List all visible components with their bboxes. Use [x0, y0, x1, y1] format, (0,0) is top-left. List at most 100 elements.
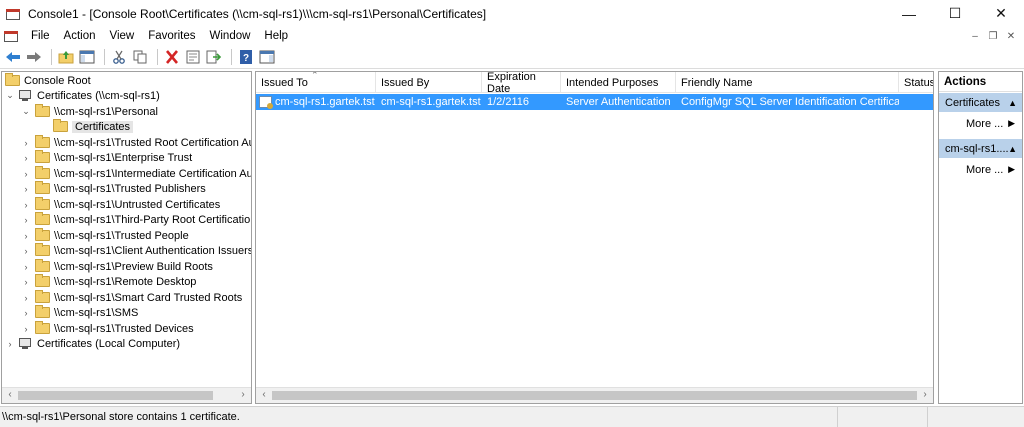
- collapse-triangle-icon[interactable]: ▲: [1008, 98, 1017, 108]
- tree-node-store[interactable]: › \\cm-sql-rs1\Trusted People: [21, 228, 189, 243]
- certificate-list[interactable]: ⌃ Issued To Issued By Expiration Date In…: [255, 71, 934, 404]
- column-friendly-name[interactable]: Friendly Name: [676, 72, 899, 93]
- close-button[interactable]: ✕: [978, 0, 1024, 27]
- back-arrow-icon[interactable]: [4, 48, 22, 66]
- mmc-app-icon[interactable]: [6, 7, 22, 21]
- scrollbar-thumb[interactable]: [272, 391, 917, 400]
- mdi-close-button[interactable]: ✕: [1004, 29, 1018, 43]
- menu-favorites[interactable]: Favorites: [141, 30, 202, 42]
- column-issued-by[interactable]: Issued By: [376, 72, 482, 93]
- column-intended-purposes[interactable]: Intended Purposes: [561, 72, 676, 93]
- menu-window[interactable]: Window: [203, 30, 258, 42]
- tree-node-label: Certificates (\\cm-sql-rs1): [37, 89, 160, 102]
- tree-node-label: \\cm-sql-rs1\Trusted Devices: [54, 322, 194, 335]
- scroll-left-icon[interactable]: ‹: [3, 389, 17, 400]
- cut-icon[interactable]: [110, 48, 128, 66]
- tree-node-store[interactable]: › \\cm-sql-rs1\Enterprise Trust: [21, 150, 192, 165]
- collapsed-chevron-icon[interactable]: ›: [21, 246, 31, 256]
- console-tree[interactable]: Console Root ⌄ Certificates (\\cm-sql-rs…: [1, 71, 252, 404]
- toolbar: ?: [0, 45, 1024, 69]
- tree-node-certificates-remote[interactable]: ⌄ Certificates (\\cm-sql-rs1): [5, 88, 160, 103]
- scroll-left-icon[interactable]: ‹: [257, 389, 271, 400]
- tree-node-store[interactable]: › \\cm-sql-rs1\Client Authentication Iss…: [21, 243, 251, 258]
- console-window-icon[interactable]: [4, 29, 20, 43]
- window-title: Console1 - [Console Root\Certificates (\…: [28, 6, 487, 21]
- forward-arrow-icon[interactable]: [25, 48, 43, 66]
- tree-node-store[interactable]: › \\cm-sql-rs1\Preview Build Roots: [21, 259, 213, 274]
- menu-file[interactable]: File: [24, 30, 57, 42]
- mdi-minimize-button[interactable]: –: [968, 29, 982, 43]
- properties-icon[interactable]: [184, 48, 202, 66]
- collapsed-chevron-icon[interactable]: ›: [21, 215, 31, 225]
- tree-node-store[interactable]: › \\cm-sql-rs1\Smart Card Trusted Roots: [21, 290, 242, 305]
- collapsed-chevron-icon[interactable]: ›: [21, 169, 31, 179]
- copy-icon[interactable]: [131, 48, 149, 66]
- tree-node-label: \\cm-sql-rs1\Personal: [54, 105, 158, 118]
- folder-icon: [53, 119, 68, 132]
- tree-node-personal[interactable]: ⌄ \\cm-sql-rs1\Personal: [21, 104, 158, 119]
- table-row[interactable]: cm-sql-rs1.gartek.tst cm-sql-rs1.gartek.…: [256, 94, 933, 110]
- action-section-certificates[interactable]: Certificates ▲: [939, 93, 1022, 112]
- collapsed-chevron-icon[interactable]: ›: [21, 200, 31, 210]
- tree-node-store[interactable]: › \\cm-sql-rs1\Remote Desktop: [21, 274, 196, 289]
- tree-node-label: \\cm-sql-rs1\Trusted Root Certification …: [54, 136, 252, 149]
- status-segment: [838, 407, 928, 427]
- tree-node-store[interactable]: › \\cm-sql-rs1\Trusted Publishers: [21, 181, 206, 196]
- collapsed-chevron-icon[interactable]: ›: [21, 308, 31, 318]
- tree-node-store[interactable]: › \\cm-sql-rs1\Intermediate Certificatio…: [21, 166, 251, 181]
- scroll-right-icon[interactable]: ›: [236, 389, 250, 400]
- action-section-selected-certificate[interactable]: cm-sql-rs1.... ▲: [939, 139, 1022, 158]
- action-more-certificates[interactable]: More ... ▶: [939, 115, 1022, 132]
- collapsed-chevron-icon[interactable]: ›: [21, 138, 31, 148]
- action-more-selected-certificate[interactable]: More ... ▶: [939, 161, 1022, 178]
- cell-status: [899, 94, 933, 110]
- export-list-icon[interactable]: [205, 48, 223, 66]
- expand-chevron-icon[interactable]: ⌄: [21, 106, 31, 117]
- tree-node-console-root[interactable]: Console Root: [5, 73, 91, 88]
- collapsed-chevron-icon[interactable]: ›: [21, 277, 31, 287]
- tree-node-label: \\cm-sql-rs1\Preview Build Roots: [54, 260, 213, 273]
- scrollbar-thumb[interactable]: [18, 391, 213, 400]
- collapsed-chevron-icon[interactable]: ›: [21, 184, 31, 194]
- mdi-controls: – ❐ ✕: [968, 27, 1018, 45]
- mdi-restore-button[interactable]: ❐: [986, 29, 1000, 43]
- help-icon[interactable]: ?: [237, 48, 255, 66]
- collapsed-chevron-icon[interactable]: ›: [21, 231, 31, 241]
- expand-chevron-icon[interactable]: ⌄: [5, 90, 15, 101]
- cell-intended-purposes: Server Authentication: [566, 96, 671, 108]
- collapsed-chevron-icon[interactable]: ›: [21, 153, 31, 163]
- menu-view[interactable]: View: [103, 30, 142, 42]
- list-horizontal-scrollbar[interactable]: ‹ ›: [256, 387, 933, 403]
- collapsed-chevron-icon[interactable]: ›: [5, 339, 15, 349]
- column-issued-to[interactable]: ⌃ Issued To: [256, 72, 376, 93]
- up-folder-icon[interactable]: [57, 48, 75, 66]
- tree-node-personal-certificates[interactable]: Certificates: [53, 119, 134, 134]
- tree-node-certificates-local[interactable]: › Certificates (Local Computer): [5, 336, 180, 351]
- toolbar-separator: [104, 48, 105, 65]
- menu-help[interactable]: Help: [257, 30, 295, 42]
- collapsed-chevron-icon[interactable]: ›: [21, 293, 31, 303]
- column-status[interactable]: Status: [899, 72, 933, 93]
- column-expiration-date[interactable]: Expiration Date: [482, 72, 561, 95]
- tree-node-label: \\cm-sql-rs1\Untrusted Certificates: [54, 198, 221, 211]
- tree-node-store[interactable]: › \\cm-sql-rs1\Untrusted Certificates: [21, 197, 220, 212]
- folder-icon: [35, 243, 50, 256]
- tree-horizontal-scrollbar[interactable]: ‹ ›: [2, 387, 251, 403]
- collapse-triangle-icon[interactable]: ▲: [1008, 144, 1017, 154]
- tree-node-store[interactable]: › \\cm-sql-rs1\SMS: [21, 305, 138, 320]
- tree-node-store[interactable]: › \\cm-sql-rs1\Trusted Root Certificatio…: [21, 135, 252, 150]
- delete-icon[interactable]: [163, 48, 181, 66]
- status-segment: [928, 407, 1018, 427]
- tree-node-store[interactable]: › \\cm-sql-rs1\Third-Party Root Certific…: [21, 212, 251, 227]
- minimize-button[interactable]: —: [886, 0, 932, 27]
- collapsed-chevron-icon[interactable]: ›: [21, 324, 31, 334]
- maximize-button[interactable]: ☐: [932, 0, 978, 27]
- collapsed-chevron-icon[interactable]: ›: [21, 262, 31, 272]
- tree-node-store[interactable]: › \\cm-sql-rs1\Trusted Devices: [21, 321, 194, 336]
- scroll-right-icon[interactable]: ›: [918, 389, 932, 400]
- menu-action[interactable]: Action: [57, 30, 103, 42]
- show-hide-tree-icon[interactable]: [78, 48, 96, 66]
- cell-expiration-date: 1/2/2116: [487, 96, 530, 108]
- submenu-arrow-icon: ▶: [1008, 164, 1015, 174]
- action-pane-icon[interactable]: [258, 48, 276, 66]
